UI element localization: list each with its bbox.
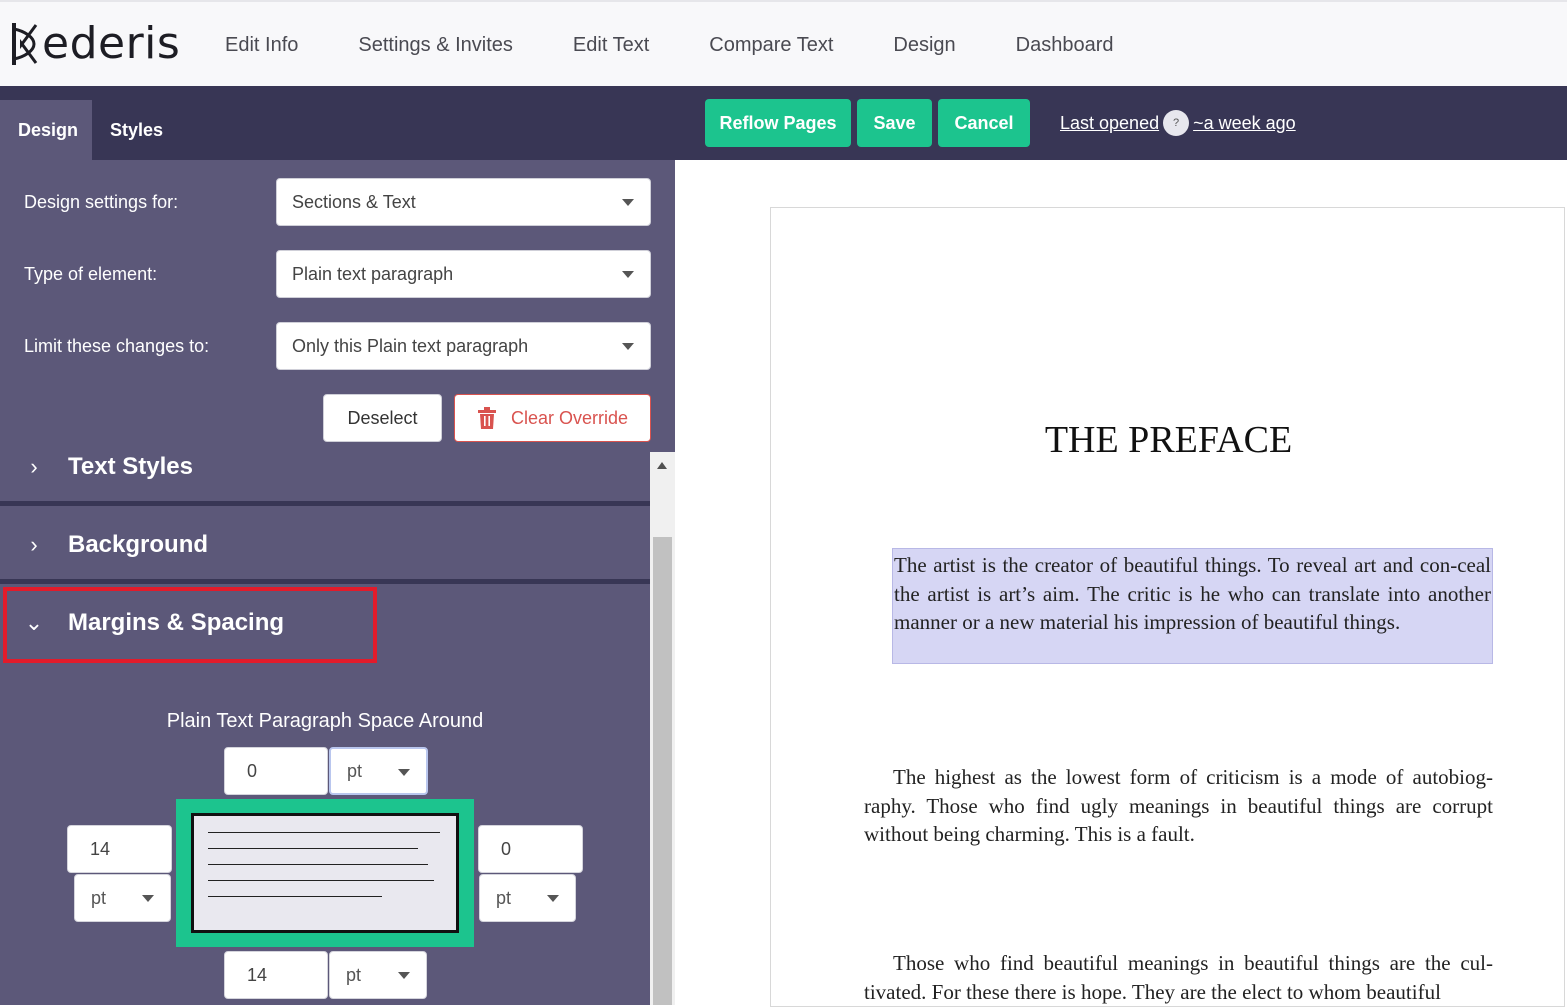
top-unit-value: pt [347,760,363,781]
paragraph-selected[interactable]: The artist is the creator of beautiful t… [892,548,1493,664]
top-unit-select[interactable]: pt [329,747,428,795]
right-unit-value: pt [496,887,512,908]
document-preview: THE PREFACE The artist is the creator of… [675,160,1567,1007]
bottom-unit-value: pt [346,964,362,985]
editor-toolbar: Design Styles Reflow Pages Save Cancel L… [0,86,1567,160]
last-opened-value[interactable]: ~a week ago [1193,113,1296,134]
nav-design[interactable]: Design [893,34,955,57]
help-icon[interactable]: ? [1163,110,1190,136]
right-unit-select[interactable]: pt [479,874,576,922]
design-for-value: Sections & Text [292,191,416,212]
section-text-styles[interactable]: › Text Styles [0,428,650,506]
clear-override-label: Clear Override [510,407,629,428]
section-title: Background [68,531,209,558]
limit-changes-select[interactable]: Only this Plain text paragraph [276,322,651,370]
left-unit-select[interactable]: pt [74,874,171,922]
space-around-title: Plain Text Paragraph Space Around [166,710,484,732]
nav-settings-invites[interactable]: Settings & Invites [358,34,513,57]
chevron-down-icon [398,972,410,979]
nav-edit-text[interactable]: Edit Text [573,34,649,57]
preview-line [208,864,428,865]
chevron-right-icon: › [30,532,38,557]
paragraph[interactable]: The highest as the lowest form of critic… [864,763,1493,849]
paragraph[interactable]: Those who find beautiful meanings in bea… [864,949,1493,1006]
element-type-select[interactable]: Plain text paragraph [276,250,651,298]
save-button[interactable]: Save [857,99,932,147]
chevron-down-icon [398,769,410,776]
logo[interactable]: ederis [10,16,180,72]
page-title[interactable]: THE PREFACE [771,418,1566,462]
spacing-preview [176,799,474,947]
top-space-input[interactable]: 0 [224,747,328,795]
preview-line [208,896,382,897]
design-for-label: Design settings for: [24,192,179,212]
design-panel: Design settings for: Sections & Text Typ… [0,160,675,1005]
last-opened: Last opened ? ~a week ago [1060,110,1296,136]
last-opened-label[interactable]: Last opened [1060,113,1159,134]
nav-edit-info[interactable]: Edit Info [225,34,298,57]
main-nav: Edit Info Settings & Invites Edit Text C… [225,34,1174,57]
limit-changes-value: Only this Plain text paragraph [292,335,529,356]
element-type-value: Plain text paragraph [292,263,454,284]
tab-styles[interactable]: Styles [92,100,181,160]
scroll-thumb[interactable] [653,537,672,1005]
limit-changes-label: Limit these changes to: [24,336,210,356]
logo-mark-icon [12,23,38,65]
chevron-right-icon: › [30,454,38,479]
logo-text: ederis [42,18,181,69]
reflow-pages-button[interactable]: Reflow Pages [705,99,851,147]
highlight-annotation [3,587,377,663]
bottom-space-input[interactable]: 14 [224,951,328,999]
chevron-down-icon [142,895,154,902]
preview-line [208,832,440,833]
element-type-label: Type of element: [24,264,158,284]
section-background[interactable]: › Background [0,506,650,584]
nav-compare-text[interactable]: Compare Text [709,34,833,57]
design-for-select[interactable]: Sections & Text [276,178,651,226]
top-nav-bar: ederis Edit Info Settings & Invites Edit… [0,0,1567,86]
left-unit-value: pt [91,887,107,908]
panel-scrollbar[interactable] [650,452,675,1005]
right-space-input[interactable]: 0 [478,825,583,873]
nav-dashboard[interactable]: Dashboard [1016,34,1114,57]
preview-line [208,880,434,881]
scroll-up-icon[interactable] [657,462,667,469]
chevron-down-icon [547,895,559,902]
chevron-down-icon [622,271,634,278]
book-page: THE PREFACE The artist is the creator of… [770,207,1565,1007]
cancel-button[interactable]: Cancel [938,99,1030,147]
bottom-unit-select[interactable]: pt [329,951,427,999]
tab-design[interactable]: Design [0,100,92,160]
left-space-input[interactable]: 14 [67,825,172,873]
chevron-down-icon [622,343,634,350]
preview-line [208,848,418,849]
paragraph-preview [191,813,459,933]
section-title: Text Styles [68,453,193,480]
chevron-down-icon [622,199,634,206]
trash-icon [477,407,496,429]
